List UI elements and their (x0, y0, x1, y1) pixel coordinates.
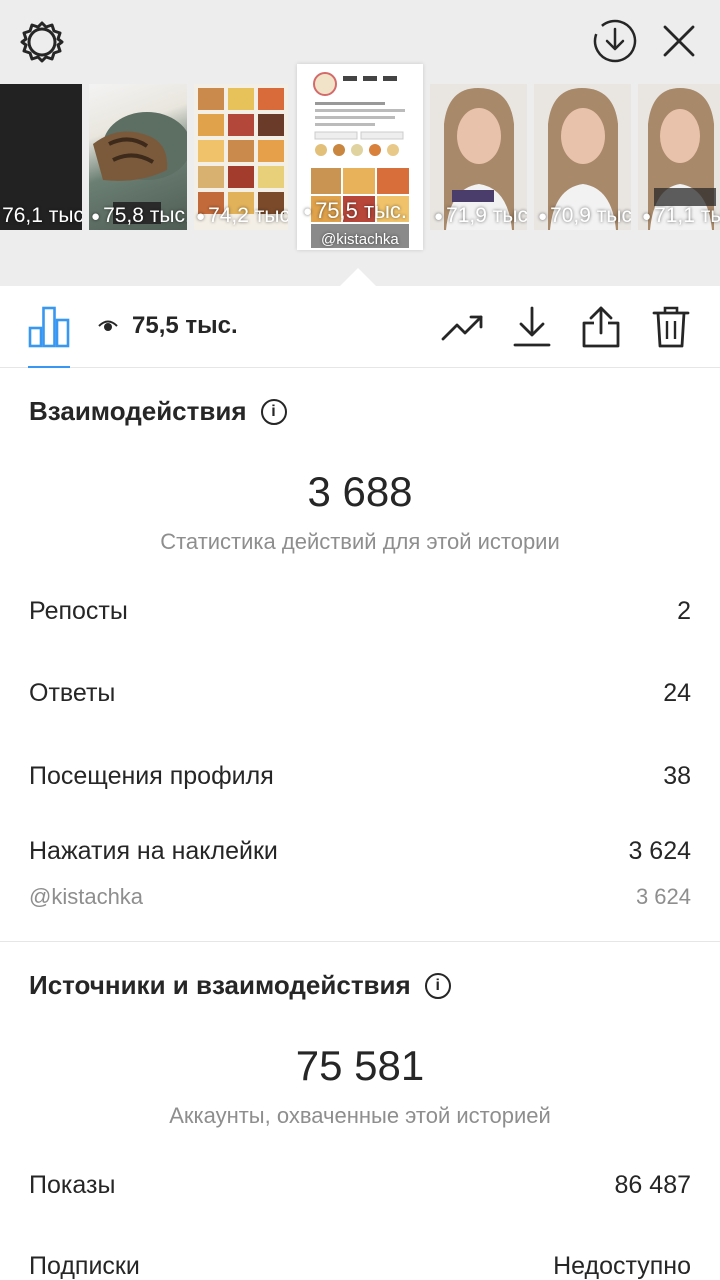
eye-icon (98, 320, 118, 331)
story-thumbnail[interactable]: ● 71,1 тыс. (638, 84, 720, 230)
close-icon (663, 25, 695, 57)
stat-row-reposts: Репосты 2 (29, 597, 691, 626)
story-thumbnail[interactable]: ● 74,2 тыс. (194, 84, 288, 230)
tab-insights[interactable] (28, 306, 70, 348)
discovery-total: 75 581 (295, 1042, 425, 1089)
story-thumbnails-strip: ● 76,1 тыс. ● 75,8 тыс. (0, 64, 720, 254)
stat-label: Посещения профиля (29, 762, 274, 790)
thumbnail-views: ● 75,5 тыс. (303, 198, 407, 223)
story-thumbnail[interactable]: ● 70,9 тыс. (534, 84, 631, 230)
stat-value: 24 (663, 679, 691, 707)
stat-row-impressions: Показы 86 487 (29, 1171, 691, 1200)
stat-row-replies: Ответы 24 (29, 679, 691, 708)
thumbnail-views: ● 70,9 тыс. (538, 204, 631, 227)
thumbnail-views: ● 76,1 тыс. (2, 204, 82, 227)
gear-icon (20, 21, 64, 63)
stat-row-profile-visits: Посещения профиля 38 (29, 762, 691, 791)
stat-label: Ответы (29, 679, 116, 707)
share-button[interactable] (578, 304, 624, 350)
eye-icon: ● (434, 207, 444, 225)
views-total-value: 75,5 тыс. (132, 312, 238, 339)
save-story-button[interactable] (590, 16, 640, 66)
stat-value: 3 624 (628, 837, 691, 865)
stat-row-sticker-taps: Нажатия на наклейки 3 624 (29, 837, 691, 866)
settings-button[interactable] (18, 18, 66, 66)
download-icon (513, 306, 551, 347)
selected-pointer (340, 268, 376, 286)
story-thumbnail[interactable]: ● 76,1 тыс. (0, 84, 82, 230)
download-button[interactable] (510, 304, 554, 350)
discovery-caption: Аккаунты, охваченные этой историей (169, 1103, 551, 1128)
stat-row-sticker-mention: @kistachka 3 624 (29, 884, 691, 910)
info-icon[interactable]: i (424, 972, 451, 999)
stat-value: 86 487 (614, 1171, 691, 1199)
story-thumbnail[interactable]: ● 71,9 тыс. (430, 84, 527, 230)
discovery-section-title: Источники и взаимодействия i (29, 970, 451, 1001)
stat-row-follows: Подписки Недоступно (29, 1252, 691, 1280)
eye-icon: ● (538, 207, 548, 225)
eye-icon: ● (91, 207, 101, 225)
story-thumbnail-selected[interactable]: ● 75,5 тыс. @kistachka (297, 64, 423, 250)
thumbnail-views: ● 74,2 тыс. (196, 204, 288, 227)
stat-value: 3 624 (635, 884, 691, 909)
close-button[interactable] (656, 18, 702, 64)
tab-indicator (28, 366, 70, 368)
stat-label: @kistachka (29, 884, 144, 909)
info-icon[interactable]: i (260, 398, 287, 425)
section-divider (0, 941, 720, 942)
discovery-title-text: Источники и взаимодействия (29, 970, 411, 1000)
download-circle-icon (593, 19, 637, 63)
interactions-caption: Статистика действий для этой истории (160, 529, 560, 554)
stat-value: 38 (663, 762, 691, 790)
thumbnail-views: ● 75,8 тыс. (91, 204, 187, 227)
insights-tabbar: 75,5 тыс. (0, 286, 720, 368)
stat-label: Подписки (29, 1252, 140, 1280)
stat-value: Недоступно (553, 1252, 691, 1280)
thumbnail-caption: @kistachka (321, 231, 399, 248)
stat-value: 2 (677, 597, 691, 625)
share-icon (582, 306, 620, 348)
interactions-section-title: Взаимодействия i (29, 396, 287, 427)
interactions-total: 3 688 (307, 468, 413, 515)
views-total[interactable]: 75,5 тыс. (98, 312, 238, 340)
top-area: ● 76,1 тыс. ● 75,8 тыс. (0, 0, 720, 286)
thumbnail-views: ● 71,9 тыс. (434, 204, 527, 227)
bar-chart-icon (28, 306, 70, 348)
promote-button[interactable] (440, 308, 486, 348)
eye-icon: ● (196, 207, 206, 225)
trending-up-icon (441, 315, 483, 341)
eye-icon: ● (642, 207, 652, 225)
trash-icon (652, 306, 690, 348)
thumbnail-views: ● 71,1 тыс. (642, 204, 720, 227)
eye-icon: ● (303, 202, 313, 220)
stat-label: Репосты (29, 597, 128, 625)
story-thumbnail[interactable]: ● 75,8 тыс. (89, 84, 187, 230)
stat-label: Показы (29, 1171, 116, 1199)
stat-label: Нажатия на наклейки (29, 837, 278, 865)
interactions-title-text: Взаимодействия (29, 396, 247, 426)
delete-button[interactable] (648, 304, 694, 350)
insights-panel: 75,5 тыс. Взаимодействия i 3 688 Статист… (0, 286, 720, 1280)
